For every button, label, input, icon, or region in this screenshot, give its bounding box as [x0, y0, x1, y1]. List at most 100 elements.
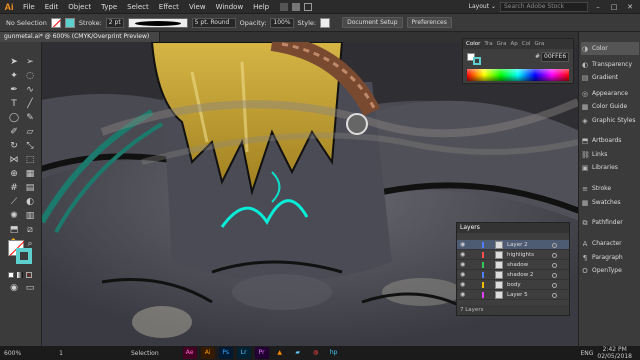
- dock-graphic-styles[interactable]: ◈ Graphic Styles: [581, 114, 639, 127]
- graphic-style-swatch[interactable]: [320, 17, 331, 28]
- visibility-eye-icon[interactable]: ◉: [460, 280, 468, 290]
- none-mode-icon[interactable]: [26, 272, 32, 278]
- stroke-weight-field[interactable]: 2 pt: [105, 17, 124, 28]
- visibility-eye-icon[interactable]: ◉: [460, 270, 468, 280]
- layer-row[interactable]: ◉ shadow 2: [457, 270, 569, 280]
- type-tool-icon[interactable]: T: [8, 98, 20, 110]
- chrome-icon[interactable]: ◍: [309, 347, 323, 359]
- arrange-icon[interactable]: [304, 2, 313, 11]
- target-circle-icon[interactable]: [552, 253, 557, 258]
- dock-opentype[interactable]: O OpenType: [581, 264, 639, 277]
- preferences-button[interactable]: Preferences: [406, 17, 452, 28]
- dock-artboards[interactable]: ⬒ Artboards: [581, 134, 639, 147]
- dock-character[interactable]: A Character: [581, 237, 639, 250]
- dock-links[interactable]: ⛓ Links: [581, 148, 639, 161]
- close-icon[interactable]: ✕: [624, 2, 636, 12]
- fill-swatch[interactable]: [50, 17, 61, 28]
- language-indicator[interactable]: ENG: [576, 350, 597, 357]
- document-setup-button[interactable]: Document Setup: [342, 17, 403, 28]
- dock-swatches[interactable]: ▦ Swatches: [581, 196, 639, 209]
- pen-tool-icon[interactable]: ✒: [8, 84, 20, 96]
- tab-graphic-styles[interactable]: Gra: [534, 39, 544, 49]
- hp-icon[interactable]: hp: [327, 347, 341, 359]
- draw-mode-icon[interactable]: ◉: [8, 282, 20, 294]
- target-circle-icon[interactable]: [552, 283, 557, 288]
- dock-stroke[interactable]: ≡ Stroke: [581, 182, 639, 195]
- tab-color-guide[interactable]: Col: [522, 39, 531, 49]
- dock-gradient[interactable]: ▤ Gradient: [581, 71, 639, 84]
- panel-stroke-swatch[interactable]: [473, 57, 481, 65]
- shaper-tool-icon[interactable]: ✐: [8, 126, 20, 138]
- magic-wand-icon[interactable]: ✦: [8, 70, 20, 82]
- dock-color[interactable]: ◑ Color: [581, 42, 639, 55]
- menu-type[interactable]: Type: [96, 3, 122, 11]
- variable-width-profile[interactable]: [127, 17, 188, 28]
- artboard-number[interactable]: 1: [55, 350, 67, 357]
- dock-paragraph[interactable]: ¶ Paragraph: [581, 251, 639, 264]
- visibility-eye-icon[interactable]: ◉: [460, 240, 468, 250]
- minimize-icon[interactable]: –: [592, 2, 604, 12]
- width-tool-icon[interactable]: ⋈: [8, 154, 20, 166]
- color-mode-icon[interactable]: [8, 272, 14, 278]
- menu-view[interactable]: View: [184, 3, 211, 11]
- paintbrush-icon[interactable]: ✎: [24, 112, 36, 124]
- curvature-tool-icon[interactable]: ∿: [24, 84, 36, 96]
- dock-pathfinder[interactable]: ⧉ Pathfinder: [581, 216, 639, 229]
- gradient-mode-icon[interactable]: [17, 272, 23, 278]
- stroke-color-box[interactable]: [16, 248, 32, 264]
- visibility-eye-icon[interactable]: ◉: [460, 250, 468, 260]
- target-circle-icon[interactable]: [552, 293, 557, 298]
- layer-row[interactable]: ◉ highlights: [457, 250, 569, 260]
- dock-appearance[interactable]: ◎ Appearance: [581, 87, 639, 100]
- menu-object[interactable]: Object: [63, 3, 96, 11]
- zoom-level[interactable]: 600%: [0, 350, 25, 357]
- dock-color-guide[interactable]: ▦ Color Guide: [581, 100, 639, 113]
- gradient-tool-icon[interactable]: ▤: [24, 182, 36, 194]
- visibility-eye-icon[interactable]: ◉: [460, 260, 468, 270]
- lightroom-icon[interactable]: Lr: [236, 347, 251, 359]
- stock-search-input[interactable]: Search Adobe Stock: [500, 1, 588, 12]
- blend-tool-icon[interactable]: ◐: [24, 196, 36, 208]
- tab-appearance[interactable]: Ap: [510, 39, 517, 49]
- eraser-icon[interactable]: ▱: [24, 126, 36, 138]
- stroke-swatch[interactable]: [64, 17, 75, 28]
- layer-row[interactable]: ◉ shadow: [457, 260, 569, 270]
- selection-tool-icon[interactable]: ➤: [8, 56, 20, 68]
- menu-file[interactable]: File: [18, 3, 40, 11]
- tab-gradient[interactable]: Gra: [497, 39, 507, 49]
- brush-definition[interactable]: 5 pt. Round: [191, 17, 236, 28]
- lasso-icon[interactable]: ◌: [24, 70, 36, 82]
- column-graph-icon[interactable]: ▥: [24, 210, 36, 222]
- rotate-tool-icon[interactable]: ↻: [8, 140, 20, 152]
- slice-tool-icon[interactable]: ⧄: [24, 224, 36, 236]
- tab-transparency[interactable]: Tra: [484, 39, 492, 49]
- direct-selection-tool-icon[interactable]: ➢: [24, 56, 36, 68]
- symbol-sprayer-icon[interactable]: ✺: [8, 210, 20, 222]
- ellipse-tool-icon[interactable]: ◯: [8, 112, 20, 124]
- photoshop-icon[interactable]: Ps: [218, 347, 233, 359]
- layers-panel-title[interactable]: Layers: [457, 223, 569, 233]
- opacity-field[interactable]: 100%: [270, 17, 294, 28]
- dock-libraries[interactable]: ▣ Libraries: [581, 161, 639, 174]
- vlc-icon[interactable]: ▲: [273, 347, 287, 359]
- maximize-icon[interactable]: □: [608, 2, 620, 12]
- clock-date[interactable]: 02/05/2018: [597, 353, 632, 360]
- stock-icon[interactable]: [292, 2, 301, 11]
- free-transform-icon[interactable]: ⬚: [24, 154, 36, 166]
- perspective-grid-icon[interactable]: ▦: [24, 168, 36, 180]
- target-circle-icon[interactable]: [552, 243, 557, 248]
- target-circle-icon[interactable]: [552, 273, 557, 278]
- mesh-tool-icon[interactable]: #: [8, 182, 20, 194]
- hex-field[interactable]: 00FFE6: [541, 52, 569, 62]
- clock-time[interactable]: 2:42 PM: [603, 346, 627, 353]
- line-tool-icon[interactable]: ╱: [24, 98, 36, 110]
- menu-help[interactable]: Help: [248, 3, 274, 11]
- dock-transparency[interactable]: ◐ Transparency: [581, 58, 639, 71]
- menu-window[interactable]: Window: [211, 3, 249, 11]
- screen-mode-icon[interactable]: ▭: [24, 282, 36, 294]
- visibility-eye-icon[interactable]: ◉: [460, 290, 468, 300]
- bridge-icon[interactable]: [280, 2, 289, 11]
- layer-row[interactable]: ◉ Layer 5: [457, 290, 569, 300]
- eyedropper-icon[interactable]: ⟋: [8, 196, 20, 208]
- explorer-icon[interactable]: ▰: [291, 347, 305, 359]
